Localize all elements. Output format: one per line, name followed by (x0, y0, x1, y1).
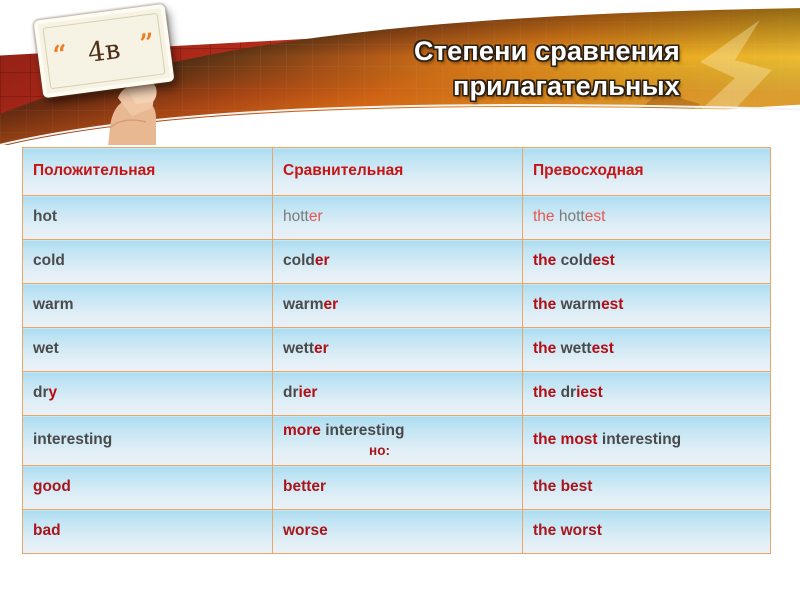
superlative-suffix: est (584, 208, 606, 225)
comparative-stem: better (283, 478, 327, 495)
comparative-stem: warm (283, 296, 324, 313)
positive-base: wet (33, 340, 59, 357)
superlative-stem: warm (560, 296, 602, 313)
cell-comparative: more interesting но: (272, 415, 523, 466)
quote-close-icon: ” (137, 26, 157, 58)
table-body: hot hotter the hottest cold colder the coldes… (22, 195, 771, 554)
superlative-article: the (533, 296, 561, 313)
comparative-stem: worse (283, 522, 328, 539)
cell-superlative: the driest (522, 371, 771, 416)
cell-comparative: warmer (272, 283, 523, 328)
comparative-suffix: er (314, 340, 329, 357)
positive-base: cold (33, 252, 65, 269)
superlative-stem: best (560, 478, 593, 495)
positive-base: dr (33, 384, 49, 401)
cell-superlative: the coldest (522, 239, 771, 284)
table-row: cold colder the coldest (22, 239, 771, 284)
class-number-label: 4в (85, 33, 123, 69)
cell-comparative: better (272, 465, 523, 510)
superlative-article: the (533, 252, 561, 269)
table-row: wet wetter the wettest (22, 327, 771, 372)
cell-comparative: wetter (272, 327, 523, 372)
comparative-stem: hott (283, 208, 309, 225)
superlative-article: the (533, 522, 561, 539)
cell-positive: warm (22, 283, 273, 328)
superlative-article: the (533, 384, 561, 401)
cell-comparative: colder (272, 239, 523, 284)
superlative-article: the (533, 478, 561, 495)
positive-base: interesting (33, 431, 113, 448)
cell-positive: cold (22, 239, 273, 284)
comparative-suffix: er (323, 296, 339, 313)
superlative-tail: est (580, 384, 603, 401)
superlative-stem: hott (558, 208, 585, 225)
comparative-stem: interesting (325, 422, 405, 439)
cell-superlative: the warmest (522, 283, 771, 328)
table-row: dry drier the driest (22, 371, 771, 416)
cell-positive: bad (22, 509, 273, 554)
table-row: bad worse the worst (22, 509, 771, 554)
comparative-stem: dr (283, 384, 299, 401)
positive-suffix: y (48, 384, 58, 401)
superlative-stem: dr (560, 384, 577, 401)
column-header-superlative: Превосходная (522, 147, 771, 196)
table-row: warm warmer the warmest (22, 283, 771, 328)
table-row: hot hotter the hottest (22, 195, 771, 240)
superlative-prefix: the most (533, 431, 602, 448)
exception-note: но: (369, 443, 390, 458)
comparative-stem: cold (283, 252, 315, 269)
comparative-suffix: er (314, 252, 330, 269)
superlative-stem: cold (560, 252, 593, 269)
superlative-stem: worst (560, 522, 602, 539)
cell-comparative: hotter (272, 195, 523, 240)
positive-base: warm (33, 296, 74, 313)
cell-positive: interesting (22, 415, 273, 466)
superlative-article: the (533, 340, 561, 357)
superlative-suffix: est (601, 296, 624, 313)
class-card-inner: “ 4в ” (42, 12, 166, 90)
superlative-suffix: est (592, 252, 615, 269)
positive-base: good (33, 478, 71, 495)
superlative-article: the (533, 208, 559, 225)
cell-superlative: the best (522, 465, 771, 510)
positive-base: bad (33, 522, 61, 539)
column-header-comparative: Сравнительная (272, 147, 523, 196)
cell-superlative: the most interesting (522, 415, 771, 466)
superlative-stem: wett (560, 340, 592, 357)
table-row: good better the best (22, 465, 771, 510)
cell-comparative: drier (272, 371, 523, 416)
positive-base: hot (33, 208, 58, 225)
cell-superlative: the wettest (522, 327, 771, 372)
comparative-tail: er (302, 384, 318, 401)
cell-positive: good (22, 465, 273, 510)
header-banner: “ 4в ” Степени сравнения прилагательных (0, 0, 800, 145)
superlative-stem: interesting (601, 431, 682, 448)
table-header-row: Положительная Сравнительная Превосходная (22, 147, 771, 196)
comparative-suffix: er (308, 208, 323, 225)
cell-superlative: the worst (522, 509, 771, 554)
cell-positive: hot (22, 195, 273, 240)
cell-positive: dry (22, 371, 273, 416)
comparative-stem: wett (283, 340, 314, 357)
superlative-suffix: est (591, 340, 614, 357)
quote-open-icon: “ (51, 38, 70, 70)
column-header-positive: Положительная (22, 147, 273, 196)
comparative-prefix: more (283, 422, 326, 439)
cell-positive: wet (22, 327, 273, 372)
table-row: interesting more interesting но: the most i… (22, 415, 771, 466)
cell-comparative: worse (272, 509, 523, 554)
degrees-of-comparison-table: Положительная Сравнительная Превосходная… (22, 147, 771, 554)
cell-superlative: the hottest (522, 195, 771, 240)
